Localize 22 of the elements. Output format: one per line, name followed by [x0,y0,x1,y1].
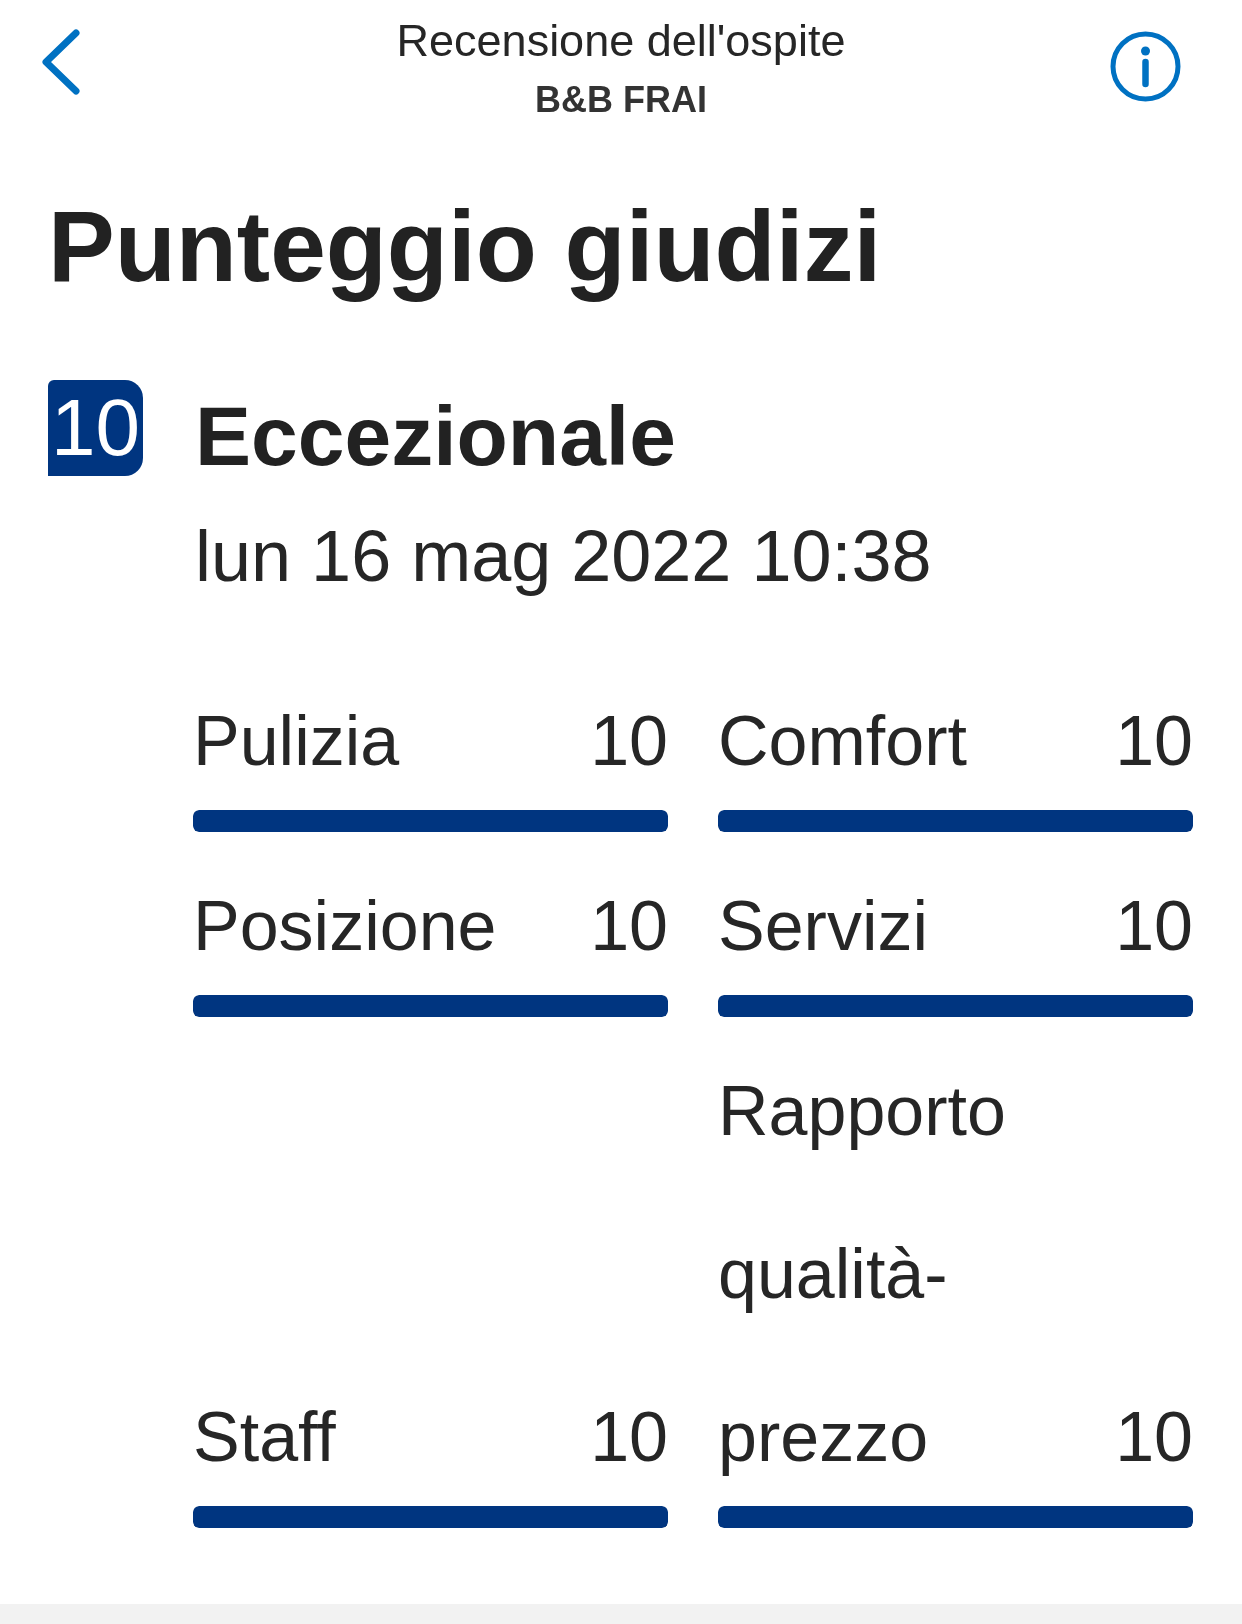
category-score: 10 [1115,887,1193,965]
category-score: 10 [590,702,668,780]
category-label: Staff [193,1398,336,1476]
category-score: 10 [1115,1398,1193,1476]
review-date: lun 16 mag 2022 10:38 [195,515,932,598]
page-heading: Punteggio giudizi [48,189,883,304]
back-button[interactable] [41,29,81,95]
nav-title: Recensione dell'ospite [396,14,846,68]
info-icon [1110,31,1181,102]
category-label: Pulizia [193,702,400,780]
category-label: Posizione [193,887,497,965]
info-button[interactable] [1110,31,1181,102]
category-label: Rapporto qualità-prezzo [718,1072,1006,1476]
category-label: Servizi [718,887,929,965]
category-score: 10 [1115,702,1193,780]
category-label: Comfort [718,702,967,780]
back-chevron-icon [41,29,81,95]
nav-subtitle: B&B FRAI [535,78,707,121]
category-score: 10 [590,887,668,965]
rating-label: Eccezionale [195,394,677,478]
score-badge: 10 [48,380,143,476]
category-score: 10 [590,1398,668,1476]
